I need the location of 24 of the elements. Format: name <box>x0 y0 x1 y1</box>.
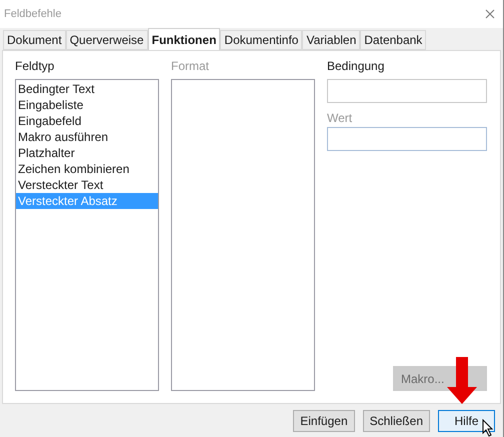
dialog-button[interactable]: Schließen <box>362 410 430 432</box>
condition-field[interactable] <box>327 79 487 103</box>
tab[interactable]: Variablen <box>302 30 360 50</box>
condition-label: Bedingung <box>327 58 386 75</box>
list-item[interactable]: Eingabefeld <box>16 113 158 129</box>
tab[interactable]: Querverweise <box>66 30 148 50</box>
field-type-label: Feldtyp <box>15 58 56 75</box>
list-item[interactable]: Versteckter Text <box>16 177 158 193</box>
dialog-button[interactable]: Einfügen <box>293 410 355 432</box>
arrow-icon <box>446 357 478 405</box>
list-item[interactable]: Makro ausführen <box>16 129 158 145</box>
list-item[interactable]: Eingabeliste <box>16 97 158 113</box>
list-item[interactable]: Zeichen kombinieren <box>16 161 158 177</box>
format-label: Format <box>171 58 210 75</box>
tab[interactable]: Funktionen <box>148 28 220 50</box>
close-icon[interactable] <box>485 9 495 19</box>
cursor-icon <box>482 419 494 437</box>
value-label: Wert <box>327 110 354 127</box>
tab[interactable]: Datenbank <box>360 30 426 50</box>
tab[interactable]: Dokumentinfo <box>220 30 302 50</box>
window-title: Feldbefehle <box>4 6 62 22</box>
tab[interactable]: Dokument <box>3 30 66 50</box>
list-item[interactable]: Bedingter Text <box>16 81 158 97</box>
list-item[interactable]: Platzhalter <box>16 145 158 161</box>
